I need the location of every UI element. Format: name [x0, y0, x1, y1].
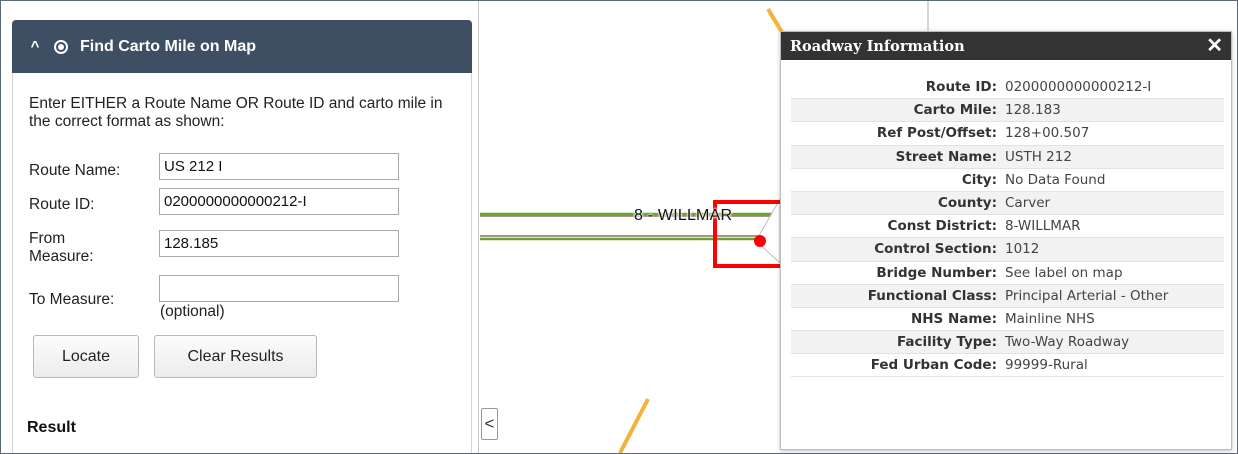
route-name-input[interactable] [159, 153, 399, 180]
info-row: County: Carver [791, 191, 1224, 216]
panel-header[interactable]: ^ Find Carto Mile on Map [12, 20, 472, 73]
info-key: Bridge Number: [876, 264, 997, 281]
location-marker-icon[interactable] [754, 235, 766, 247]
info-row: NHS Name: Mainline NHS [791, 308, 1224, 332]
info-key: Const District: [887, 218, 997, 235]
popup-title: Roadway Information [790, 37, 965, 55]
info-row: Ref Post/Offset: 128+00.507 [791, 122, 1224, 146]
target-icon [54, 39, 68, 54]
chevron-up-icon[interactable]: ^ [16, 38, 54, 55]
info-row: Const District: 8-WILLMAR [791, 215, 1224, 239]
locate-button[interactable]: Locate [33, 335, 139, 378]
instructions-text: Enter EITHER a Route Name OR Route ID an… [29, 95, 443, 130]
from-measure-label: From Measure: [29, 230, 94, 265]
find-carto-mile-panel: ^ Find Carto Mile on Map Enter EITHER a … [1, 1, 479, 453]
collapse-panel-button[interactable]: < [481, 408, 498, 440]
info-row: Bridge Number: See label on map [791, 262, 1224, 285]
from-measure-input[interactable] [159, 230, 399, 257]
info-key: County: [937, 195, 997, 212]
roadway-info-table: Route ID: 0200000000000212-I Carto Mile: 1… [791, 76, 1224, 378]
panel-title: Find Carto Mile on Map [80, 37, 256, 55]
info-value: See label on map [1005, 264, 1123, 281]
optional-note: (optional) [160, 303, 225, 320]
clear-results-button[interactable]: Clear Results [154, 335, 317, 378]
info-value: 0200000000000212-I [1005, 79, 1152, 96]
popup-header: Roadway Information ✕ [781, 32, 1231, 60]
info-row: Carto Mile: 128.183 [791, 99, 1224, 123]
popup-pointer [755, 197, 781, 265]
info-key: Ref Post/Offset: [876, 125, 997, 142]
info-key: City: [961, 171, 997, 188]
info-value: Two-Way Roadway [1005, 334, 1130, 351]
panel-body: Enter EITHER a Route Name OR Route ID an… [12, 73, 472, 453]
chevron-left-icon: < [484, 414, 495, 433]
info-value: 1012 [1005, 241, 1040, 258]
info-key: Route ID: [925, 79, 997, 96]
info-key: Facility Type: [896, 334, 997, 351]
info-value: USTH 212 [1005, 148, 1072, 165]
info-value: Mainline NHS [1005, 310, 1095, 327]
info-row: Route ID: 0200000000000212-I [791, 76, 1224, 100]
info-key: Control Section: [874, 241, 997, 258]
info-key: NHS Name: [910, 310, 997, 327]
info-key: Street Name: [895, 148, 997, 165]
route-id-input[interactable] [159, 188, 399, 215]
info-row: City: No Data Found [791, 169, 1224, 192]
to-measure-label: To Measure: [29, 291, 115, 308]
info-value: Principal Arterial - Other [1005, 287, 1169, 304]
close-icon[interactable]: ✕ [1206, 36, 1223, 56]
info-value: 8-WILLMAR [1005, 218, 1081, 235]
info-value: 99999-Rural [1005, 357, 1088, 374]
info-row: Functional Class: Principal Arterial - Ot… [791, 284, 1224, 308]
info-value: 128.183 [1005, 102, 1061, 119]
highway-line-bottom [618, 398, 650, 453]
info-value: Carver [1005, 195, 1051, 212]
info-value: No Data Found [1005, 171, 1106, 188]
info-key: Carto Mile: [913, 102, 997, 119]
info-value: 128+00.507 [1005, 125, 1090, 142]
info-row: Facility Type: Two-Way Roadway [791, 331, 1224, 355]
info-row: Fed Urban Code: 99999-Rural [791, 354, 1224, 378]
to-measure-input[interactable] [159, 275, 399, 302]
result-heading: Result [27, 419, 76, 436]
roadway-info-popup: Roadway Information ✕ Route ID: 020000000… [780, 31, 1232, 450]
info-row: Control Section: 1012 [791, 238, 1224, 262]
info-key: Functional Class: [867, 287, 997, 304]
route-name-label: Route Name: [29, 162, 121, 179]
info-row: Street Name: USTH 212 [791, 145, 1224, 169]
route-id-label: Route ID: [29, 196, 95, 213]
district-map-label: 8 - WILLMAR [634, 207, 733, 224]
info-key: Fed Urban Code: [870, 357, 997, 374]
